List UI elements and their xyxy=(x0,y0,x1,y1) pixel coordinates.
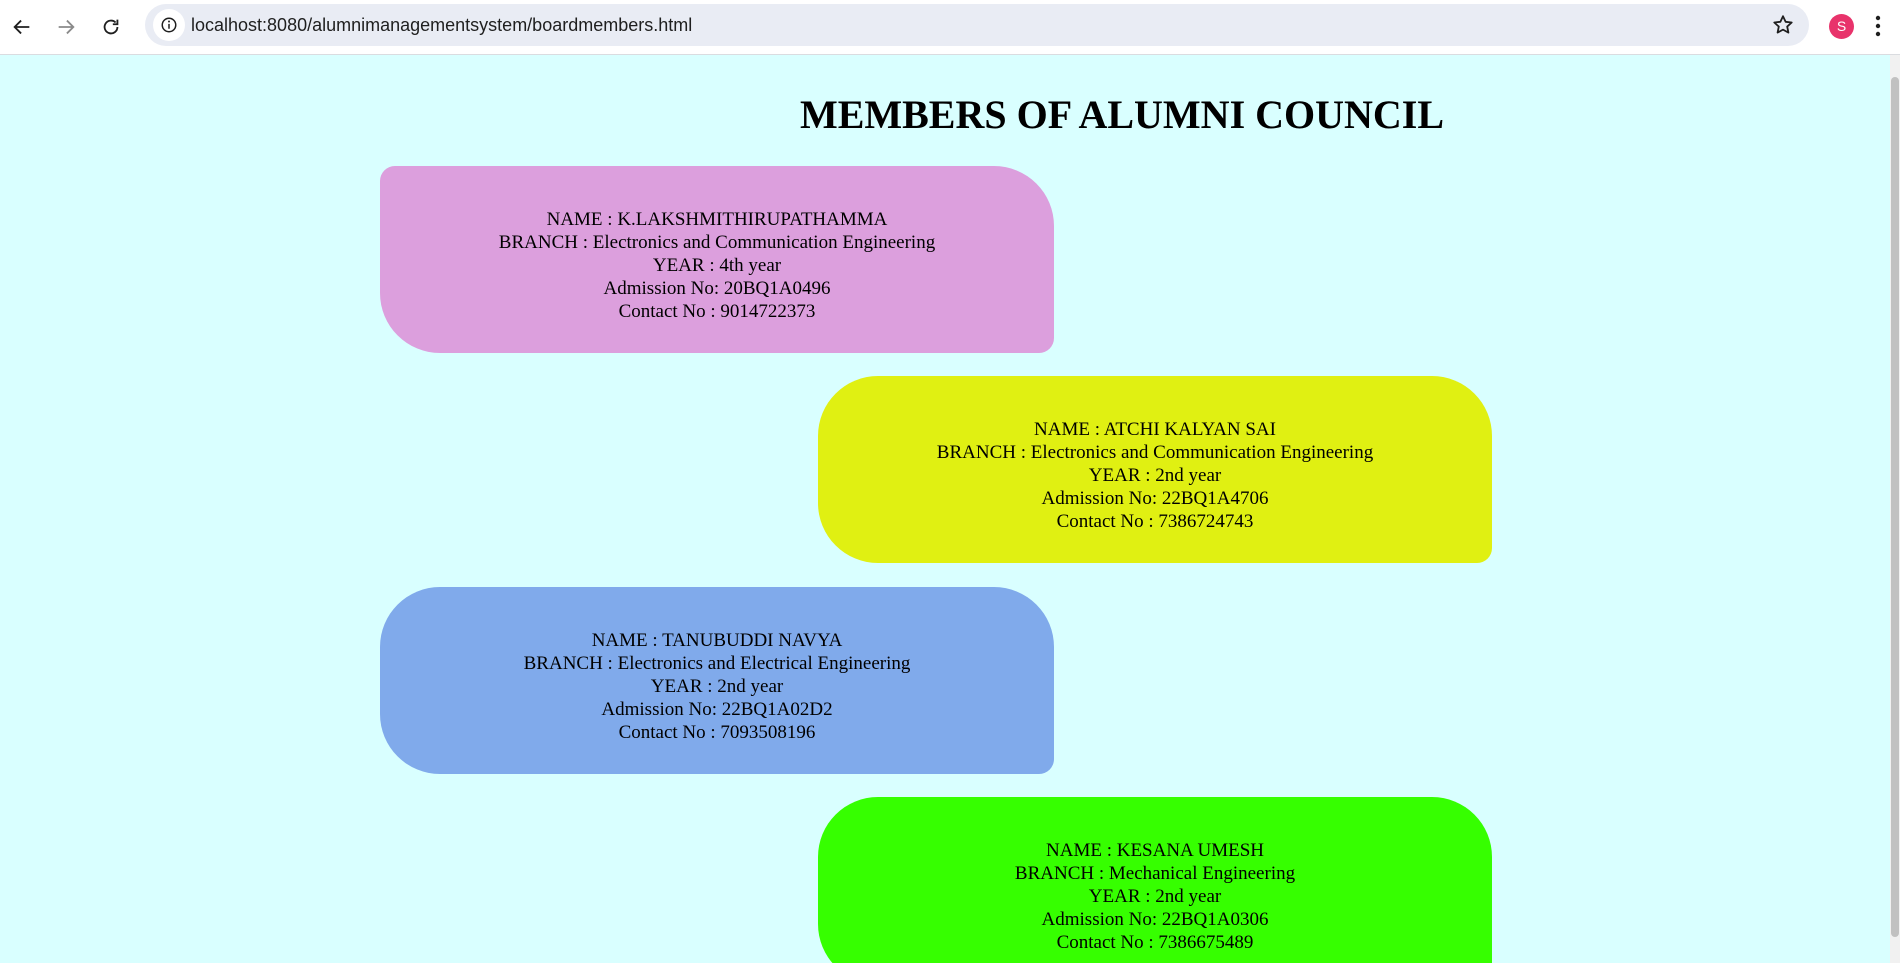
member-year: YEAR : 2nd year xyxy=(1088,886,1222,907)
member-contact: Contact No : 7386724743 xyxy=(1056,511,1254,532)
member-year: YEAR : 4th year xyxy=(652,255,782,276)
info-icon xyxy=(161,17,177,33)
member-year: YEAR : 2nd year xyxy=(1088,465,1222,486)
member-card: NAME : KESANA UMESH BRANCH : Mechanical … xyxy=(818,797,1492,963)
page-title: MEMBERS OF ALUMNI COUNCIL xyxy=(799,92,1445,137)
more-menu-icon[interactable] xyxy=(1873,13,1883,39)
vertical-scrollbar[interactable] xyxy=(1890,55,1900,963)
member-contact: Contact No : 7386675489 xyxy=(1056,932,1254,953)
member-year: YEAR : 2nd year xyxy=(650,676,784,697)
member-contact: Contact No : 7093508196 xyxy=(618,722,816,743)
member-branch: BRANCH : Mechanical Engineering xyxy=(1014,863,1296,884)
profile-avatar[interactable]: S xyxy=(1829,14,1854,39)
page-content: MEMBERS OF ALUMNI COUNCIL NAME : K.LAKSH… xyxy=(0,55,1890,963)
member-admission: Admission No: 22BQ1A02D2 xyxy=(601,699,833,720)
arrow-right-icon xyxy=(58,19,75,35)
member-admission: Admission No: 22BQ1A4706 xyxy=(1041,488,1269,509)
member-card: NAME : K.LAKSHMITHIRUPATHAMMA BRANCH : E… xyxy=(380,166,1054,353)
url-text[interactable]: localhost:8080/alumnimanagementsystem/bo… xyxy=(191,4,692,46)
member-admission: Admission No: 22BQ1A0306 xyxy=(1041,909,1269,930)
arrow-left-icon xyxy=(13,19,30,35)
reload-button[interactable] xyxy=(92,8,130,46)
member-name: NAME : TANUBUDDI NAVYA xyxy=(591,630,843,651)
member-branch: BRANCH : Electronics and Communication E… xyxy=(936,442,1374,463)
scrollbar-thumb[interactable] xyxy=(1891,77,1899,937)
member-name: NAME : K.LAKSHMITHIRUPATHAMMA xyxy=(546,209,888,230)
back-button[interactable] xyxy=(3,8,41,46)
forward-button[interactable] xyxy=(47,8,85,46)
browser-toolbar: localhost:8080/alumnimanagementsystem/bo… xyxy=(0,0,1900,55)
member-admission: Admission No: 20BQ1A0496 xyxy=(603,278,831,299)
member-branch: BRANCH : Electronics and Communication E… xyxy=(498,232,936,253)
member-card: NAME : TANUBUDDI NAVYA BRANCH : Electron… xyxy=(380,587,1054,774)
member-name: NAME : ATCHI KALYAN SAI xyxy=(1034,419,1276,440)
member-name: NAME : KESANA UMESH xyxy=(1046,840,1264,861)
bookmark-star-icon[interactable] xyxy=(1771,13,1795,37)
address-bar[interactable]: localhost:8080/alumnimanagementsystem/bo… xyxy=(145,4,1809,46)
member-contact: Contact No : 9014722373 xyxy=(618,301,816,322)
member-card: NAME : ATCHI KALYAN SAI BRANCH : Electro… xyxy=(818,376,1492,563)
member-branch: BRANCH : Electronics and Electrical Engi… xyxy=(523,653,911,674)
site-info-button[interactable] xyxy=(153,9,185,41)
reload-icon xyxy=(103,19,119,35)
